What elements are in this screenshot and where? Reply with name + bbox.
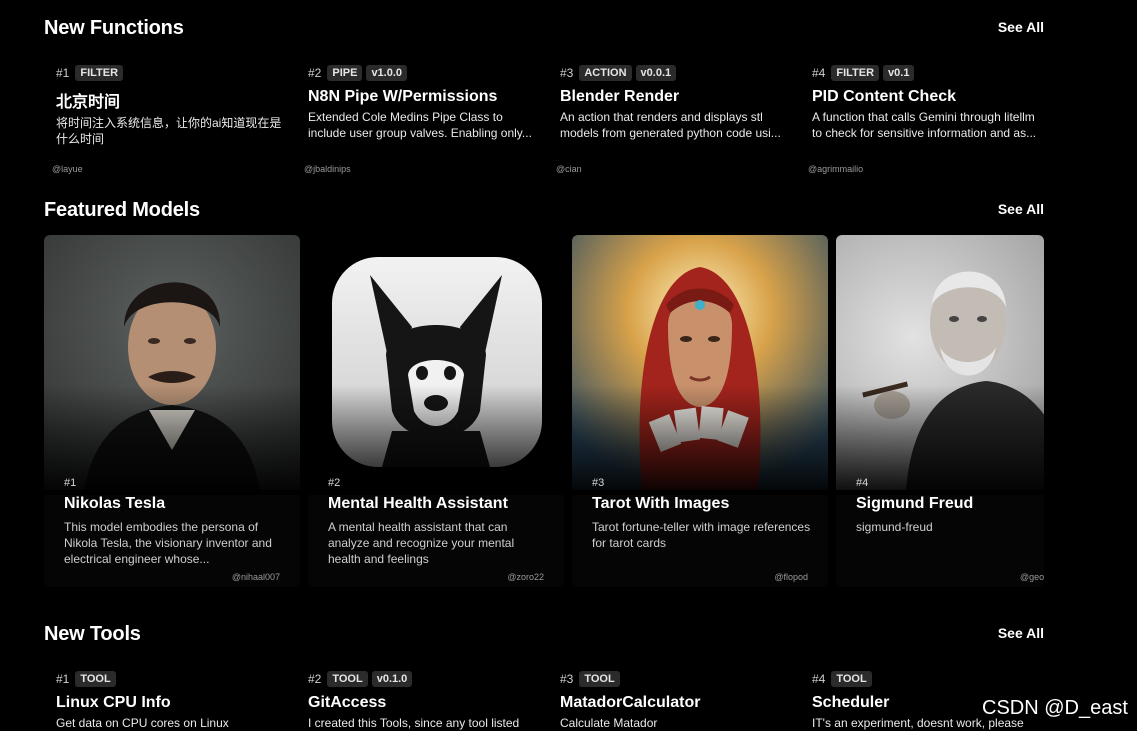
tools-section-header: New Tools See All: [44, 623, 1044, 653]
model-name: Mental Health Assistant: [328, 495, 508, 512]
function-type-tag: FILTER: [75, 65, 124, 81]
function-card-meta: #4 FILTER v0.1: [812, 64, 1052, 82]
function-card-1[interactable]: #1 FILTER 北京时间 将时间注入系统信息，让你的ai知道现在是什么时间: [56, 64, 296, 147]
model-author[interactable]: @flopod: [774, 572, 808, 582]
function-version-tag: v0.0.1: [635, 65, 677, 81]
tool-name: MatadorCalculator: [560, 694, 701, 711]
tool-card-meta: #4 TOOL: [812, 670, 1052, 688]
model-image-overlay: [44, 385, 300, 495]
model-description: Tarot fortune-teller with image referenc…: [592, 520, 811, 550]
tool-rank: #4: [812, 672, 826, 686]
function-rank: #4: [812, 66, 826, 80]
functions-section-header: New Functions See All: [44, 17, 1044, 47]
function-name: N8N Pipe W/Permissions: [308, 88, 498, 105]
tool-card-meta: #3 TOOL: [560, 670, 800, 688]
function-description: An action that renders and displays stl …: [560, 110, 781, 140]
tool-type-tag: TOOL: [75, 671, 116, 687]
model-rank: #1: [64, 477, 77, 489]
function-author[interactable]: @jbaldinips: [304, 164, 351, 174]
function-author[interactable]: @agrimmailio: [808, 164, 863, 174]
function-description: A function that calls Gemini through lit…: [812, 110, 1037, 140]
model-name: Tarot With Images: [592, 495, 730, 512]
function-version-tag: v1.0.0: [366, 65, 408, 81]
tools-see-all-link[interactable]: See All: [998, 625, 1044, 641]
tool-description: I created this Tools, since any tool lis…: [308, 716, 520, 730]
function-card-meta: #1 FILTER: [56, 64, 296, 82]
function-type-tag: PIPE: [327, 65, 363, 81]
function-card-3[interactable]: #3 ACTION v0.0.1 Blender Render An actio…: [560, 64, 800, 141]
function-version-tag: v0.1: [883, 65, 915, 81]
tool-card-2[interactable]: #2 TOOL v0.1.0 GitAccess I created this …: [308, 670, 548, 731]
tool-rank: #3: [560, 672, 574, 686]
model-card-2[interactable]: #2 Mental Health Assistant A mental heal…: [308, 235, 564, 587]
model-card-1[interactable]: #1 Nikolas Tesla This model embodies the…: [44, 235, 300, 587]
function-author[interactable]: @cian: [556, 164, 582, 174]
model-image-overlay: [308, 385, 564, 495]
function-type-tag: FILTER: [831, 65, 880, 81]
tool-name: Linux CPU Info: [56, 694, 171, 711]
model-description: sigmund-freud: [856, 520, 933, 534]
models-see-all-link[interactable]: See All: [998, 201, 1044, 217]
models-section-header: Featured Models See All: [44, 199, 1044, 229]
function-description: Extended Cole Medins Pipe Class to inclu…: [308, 110, 532, 140]
tool-card-3[interactable]: #3 TOOL MatadorCalculator Calculate Mata…: [560, 670, 800, 731]
tool-name: GitAccess: [308, 694, 387, 711]
tool-card-meta: #2 TOOL v0.1.0: [308, 670, 548, 688]
functions-see-all-link[interactable]: See All: [998, 19, 1044, 35]
tool-type-tag: TOOL: [579, 671, 620, 687]
function-name: Blender Render: [560, 88, 680, 105]
function-card-2[interactable]: #2 PIPE v1.0.0 N8N Pipe W/Permissions Ex…: [308, 64, 548, 141]
function-card-4[interactable]: #4 FILTER v0.1 PID Content Check A funct…: [812, 64, 1052, 141]
model-card-3[interactable]: #3 Tarot With Images Tarot fortune-telle…: [572, 235, 828, 587]
model-description: A mental health assistant that can analy…: [328, 520, 515, 566]
function-name: PID Content Check: [812, 88, 957, 105]
tool-rank: #2: [308, 672, 322, 686]
model-card-4[interactable]: #4 Sigmund Freud sigmund-freud @geo: [836, 235, 1044, 587]
function-description: 将时间注入系统信息，让你的ai知道现在是什么时间: [56, 116, 282, 146]
function-card-meta: #3 ACTION v0.0.1: [560, 64, 800, 82]
function-rank: #3: [560, 66, 574, 80]
tool-type-tag: TOOL: [831, 671, 872, 687]
tool-type-tag: TOOL: [327, 671, 368, 687]
model-author[interactable]: @zoro22: [507, 572, 544, 582]
functions-section-title: New Functions: [44, 17, 184, 39]
model-name: Sigmund Freud: [856, 495, 974, 512]
function-author[interactable]: @layue: [52, 164, 83, 174]
tool-rank: #1: [56, 672, 70, 686]
csdn-watermark: CSDN @D_east: [982, 697, 1128, 719]
model-rank: #2: [328, 477, 341, 489]
tool-description: Calculate Matador: [560, 716, 658, 730]
model-rank: #3: [592, 477, 605, 489]
model-name: Nikolas Tesla: [64, 495, 166, 512]
function-rank: #2: [308, 66, 322, 80]
tool-card-meta: #1 TOOL: [56, 670, 296, 688]
tool-version-tag: v0.1.0: [371, 671, 413, 687]
function-card-meta: #2 PIPE v1.0.0: [308, 64, 548, 82]
model-description: This model embodies the persona of Nikol…: [64, 520, 272, 566]
models-section-title: Featured Models: [44, 199, 200, 221]
tool-description: Get data on CPU cores on Linux: [56, 716, 229, 730]
tools-section-title: New Tools: [44, 623, 141, 645]
function-name: 北京时间: [56, 94, 121, 111]
model-author[interactable]: @nihaal007: [232, 572, 280, 582]
tool-card-1[interactable]: #1 TOOL Linux CPU Info Get data on CPU c…: [56, 670, 296, 731]
model-rank: #4: [856, 477, 869, 489]
function-type-tag: ACTION: [579, 65, 632, 81]
function-rank: #1: [56, 66, 70, 80]
model-image-overlay: [572, 385, 828, 495]
model-author[interactable]: @geo: [1020, 572, 1044, 582]
